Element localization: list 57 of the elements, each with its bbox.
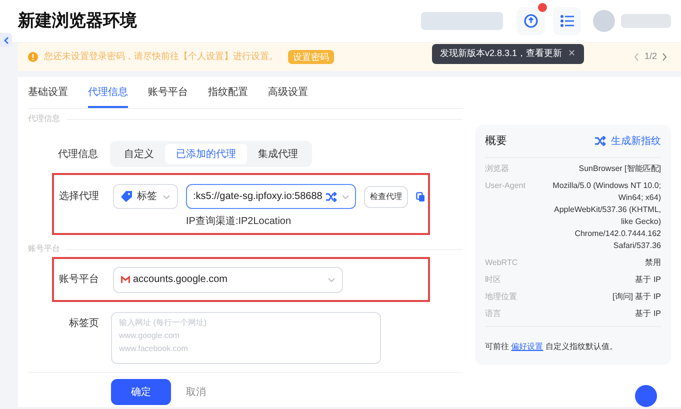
help-button[interactable] xyxy=(635,385,657,407)
field-label: 代理信息 xyxy=(58,148,99,162)
list-icon[interactable] xyxy=(553,7,581,35)
section-heading: 代理信息 xyxy=(28,113,60,125)
field-label: 标签页 xyxy=(68,316,100,331)
copy-icon[interactable] xyxy=(416,192,425,202)
tab[interactable]: 代理信息 xyxy=(88,85,128,108)
warning-icon xyxy=(28,52,38,62)
confirm-button[interactable]: 确定 xyxy=(111,379,171,405)
summary-label: 地理位置 xyxy=(485,290,518,302)
summary-label: 浏览器 xyxy=(485,162,510,174)
chevron-down-icon xyxy=(342,194,349,198)
mail-icon xyxy=(121,276,130,283)
blurred-block xyxy=(621,14,671,28)
segment-option[interactable]: 已添加的代理 xyxy=(165,144,247,164)
chevron-down-icon xyxy=(163,194,170,198)
pager-text: 1/2 xyxy=(644,50,657,64)
shuffle-icon xyxy=(326,192,337,202)
ip-channel-text: IP查询渠道:IP2Location xyxy=(186,214,292,229)
tab[interactable]: 指纹配置 xyxy=(208,85,248,108)
tooltip-text: 发现新版本v2.8.3.1，查看更新 xyxy=(440,47,562,60)
platform-select[interactable]: accounts.google.com xyxy=(113,266,343,292)
summary-label: WebRTC xyxy=(485,256,519,268)
chevron-down-icon xyxy=(328,278,335,282)
chevron-left-icon xyxy=(4,36,8,44)
field-label: 选择代理 xyxy=(59,190,100,204)
cancel-button[interactable]: 取消 xyxy=(186,384,206,400)
chevron-right-icon[interactable] xyxy=(662,53,667,61)
generate-fingerprint-button[interactable]: 生成新指纹 xyxy=(595,134,661,149)
summary-value: SunBrowser [智能匹配] xyxy=(578,162,661,174)
summary-note: 可前往 偏好设置 自定义指纹默认值。 xyxy=(485,342,618,350)
collapse-button[interactable] xyxy=(0,33,12,47)
segment-option[interactable]: 集成代理 xyxy=(247,144,309,164)
summary-value: 禁用 xyxy=(644,256,661,268)
summary-value: [询问] 基于 IP xyxy=(612,290,661,302)
check-proxy-button[interactable]: 检查代理 xyxy=(364,186,408,208)
summary-value: Mozilla/5.0 (Windows NT 10.0; Win64; x64) AppleWebKit/537.36 (KHTML, like Gecko) Chrome/142.0.7444.162 Safari/537.36 xyxy=(552,180,661,252)
window-title: 新建浏览器环境 xyxy=(18,10,137,32)
preferences-link[interactable]: 偏好设置 xyxy=(511,342,544,350)
proxy-select[interactable]: :ks5://gate-sg.ipfoxy.io:58688 xyxy=(186,184,356,209)
section-heading: 账号平台 xyxy=(28,243,60,255)
tab[interactable]: 基础设置 xyxy=(28,85,68,108)
panel-title: 概要 xyxy=(485,134,507,149)
tag-icon xyxy=(121,191,132,202)
summary-value: 基于 IP xyxy=(634,274,661,286)
summary-label: User-Agent xyxy=(485,180,526,192)
segment-option[interactable]: 自定义 xyxy=(113,144,165,164)
summary-value: 基于 IP xyxy=(634,308,661,320)
close-button[interactable]: ✕ xyxy=(568,47,576,61)
tab[interactable]: 账号平台 xyxy=(148,85,188,108)
field-label: 账号平台 xyxy=(59,272,100,287)
summary-label: 语言 xyxy=(485,308,502,320)
tab[interactable]: 高级设置 xyxy=(268,85,308,108)
summary-label: 时区 xyxy=(485,274,502,286)
tag-select[interactable]: 标签 xyxy=(113,184,178,209)
shuffle-icon xyxy=(595,136,606,146)
notice-text: 您还未设置登录密码，请尽快前往【个人设置】进行设置。 xyxy=(44,50,278,64)
